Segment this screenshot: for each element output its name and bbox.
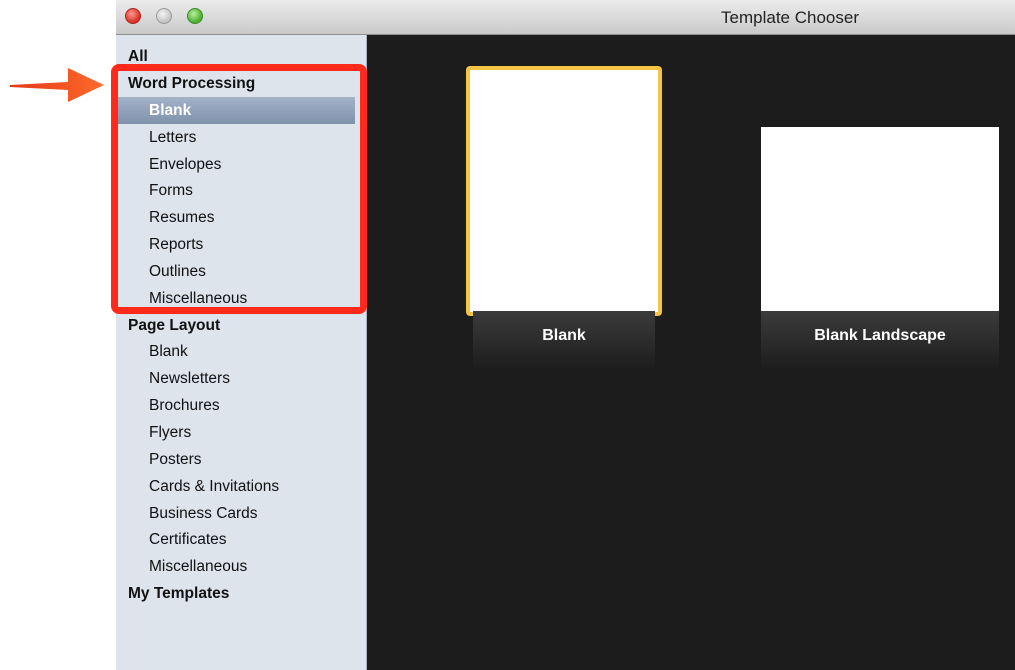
- template-category-sidebar: All Word Processing Blank Letters Envelo…: [116, 35, 367, 670]
- category-wp-resumes[interactable]: Resumes: [116, 204, 366, 231]
- category-pl-flyers[interactable]: Flyers: [116, 419, 366, 446]
- category-wp-miscellaneous[interactable]: Miscellaneous: [116, 285, 366, 312]
- category-word-processing[interactable]: Word Processing: [116, 70, 366, 97]
- category-pl-posters[interactable]: Posters: [116, 446, 366, 473]
- template-thumbnail-blank-landscape[interactable]: [761, 127, 999, 312]
- category-my-templates[interactable]: My Templates: [116, 580, 366, 607]
- annotation-arrow-icon: [10, 68, 104, 102]
- category-pl-miscellaneous[interactable]: Miscellaneous: [116, 553, 366, 580]
- category-all[interactable]: All: [116, 43, 366, 70]
- category-pl-blank[interactable]: Blank: [116, 338, 366, 365]
- template-gallery: Blank Blank Landscape: [367, 35, 1015, 670]
- category-page-layout[interactable]: Page Layout: [116, 312, 366, 339]
- title-bar: Template Chooser: [116, 0, 1015, 35]
- window-title: Template Chooser: [721, 8, 859, 27]
- category-wp-envelopes[interactable]: Envelopes: [116, 151, 366, 178]
- category-pl-certificates[interactable]: Certificates: [116, 526, 366, 553]
- template-chooser-window: Template Chooser All Word Processing Bla…: [116, 0, 1015, 670]
- category-pl-newsletters[interactable]: Newsletters: [116, 365, 366, 392]
- category-pl-brochures[interactable]: Brochures: [116, 392, 366, 419]
- category-wp-outlines[interactable]: Outlines: [116, 258, 366, 285]
- category-wp-blank[interactable]: Blank: [116, 97, 355, 124]
- category-pl-cards-invitations[interactable]: Cards & Invitations: [116, 473, 366, 500]
- template-label-blank[interactable]: Blank: [473, 311, 655, 371]
- template-label-blank-landscape[interactable]: Blank Landscape: [761, 311, 999, 371]
- category-wp-forms[interactable]: Forms: [116, 177, 366, 204]
- category-wp-reports[interactable]: Reports: [116, 231, 366, 258]
- category-pl-business-cards[interactable]: Business Cards: [116, 500, 366, 527]
- category-wp-letters[interactable]: Letters: [116, 124, 366, 151]
- template-thumbnail-blank[interactable]: [466, 66, 662, 316]
